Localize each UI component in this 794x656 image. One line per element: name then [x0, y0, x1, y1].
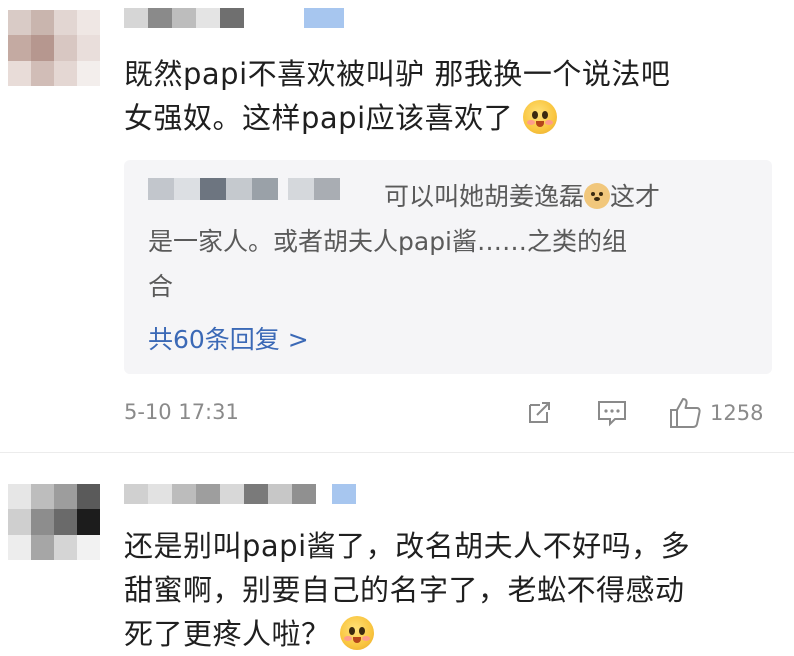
like-count: 1258 — [710, 401, 764, 425]
reply-text: 可以叫她胡姜逸磊 这才 是一家人。或者胡夫人papi酱……之类的组 合 — [148, 182, 661, 301]
avatar[interactable] — [8, 484, 100, 560]
comment-text: 既然papi不喜欢被叫驴 那我换一个说法吧 女强奴。这样papi应该喜欢了 — [124, 57, 671, 135]
blush-emoji-icon — [522, 100, 557, 134]
username[interactable] — [124, 8, 344, 28]
more-replies-link[interactable]: 共60条回复 > — [148, 320, 309, 356]
username[interactable] — [124, 484, 356, 504]
doge-emoji-icon — [584, 183, 611, 209]
reply-box[interactable]: 可以叫她胡姜逸磊 这才 是一家人。或者胡夫人papi酱……之类的组 合 共60条回… — [124, 160, 772, 374]
comment-icon — [598, 401, 626, 427]
comment-text: 还是别叫papi酱了，改名胡夫人不好吗，多 甜蜜啊，别要自己的名字了，老蚣不得感… — [124, 529, 691, 651]
timestamp: 5-10 17:31 — [124, 400, 239, 424]
blush-emoji-icon — [340, 616, 375, 650]
share-button[interactable] — [524, 398, 554, 428]
share-icon — [529, 402, 550, 423]
like-button[interactable]: 1258 — [668, 396, 763, 430]
divider — [0, 452, 794, 453]
comment-button[interactable] — [596, 398, 628, 428]
like-icon — [670, 398, 701, 428]
avatar[interactable] — [8, 10, 100, 86]
